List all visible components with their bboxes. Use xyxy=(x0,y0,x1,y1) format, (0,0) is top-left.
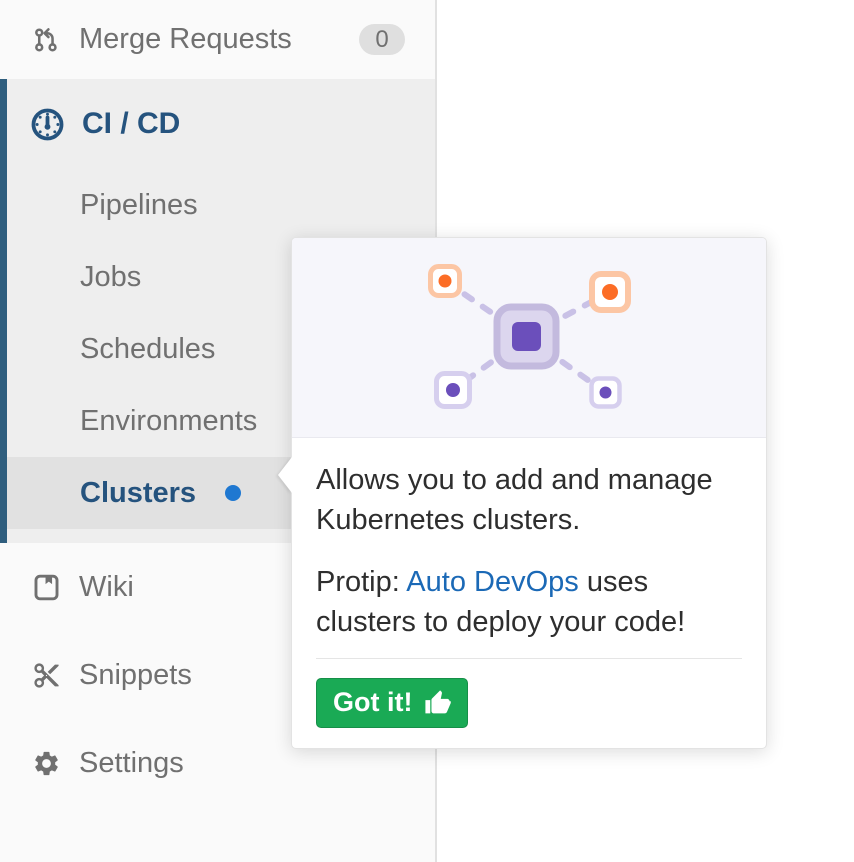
sidebar-item-merge-requests[interactable]: Merge Requests 0 xyxy=(0,0,435,79)
sidebar-item-pipelines[interactable]: Pipelines xyxy=(7,169,435,241)
clusters-feature-popover: Allows you to add and manage Kubernetes … xyxy=(291,237,767,749)
auto-devops-link[interactable]: Auto DevOps xyxy=(406,566,578,598)
sidebar-item-cicd[interactable]: CI / CD xyxy=(7,79,435,169)
popover-description: Allows you to add and manage Kubernetes … xyxy=(316,460,742,540)
scissors-icon xyxy=(32,661,61,690)
wiki-book-icon xyxy=(32,573,61,602)
got-it-label: Got it! xyxy=(333,687,412,718)
screen: Merge Requests 0 xyxy=(0,0,854,862)
thumbs-up-icon xyxy=(423,688,452,717)
pipelines-label: Pipelines xyxy=(80,189,198,222)
clusters-label: Clusters xyxy=(80,477,196,510)
environments-label: Environments xyxy=(80,405,257,438)
merge-request-icon xyxy=(32,25,61,54)
wiki-label: Wiki xyxy=(79,571,134,604)
snippets-label: Snippets xyxy=(79,659,192,692)
got-it-button[interactable]: Got it! xyxy=(316,678,468,728)
popover-body: Allows you to add and manage Kubernetes … xyxy=(292,438,766,748)
new-feature-dot xyxy=(225,485,241,501)
gear-icon xyxy=(32,749,61,778)
merge-requests-count-badge: 0 xyxy=(359,24,405,55)
protip-prefix: Protip: xyxy=(316,566,400,598)
popover-protip: Protip: Auto DevOps uses clusters to dep… xyxy=(316,562,742,642)
clusters-illustration xyxy=(292,238,766,438)
popover-divider xyxy=(316,658,742,659)
merge-requests-label: Merge Requests xyxy=(79,23,341,56)
schedules-label: Schedules xyxy=(80,333,215,366)
jobs-label: Jobs xyxy=(80,261,141,294)
gauge-icon xyxy=(30,107,65,142)
settings-label: Settings xyxy=(79,747,184,780)
cicd-label: CI / CD xyxy=(82,107,180,141)
popover-arrow xyxy=(278,457,292,493)
